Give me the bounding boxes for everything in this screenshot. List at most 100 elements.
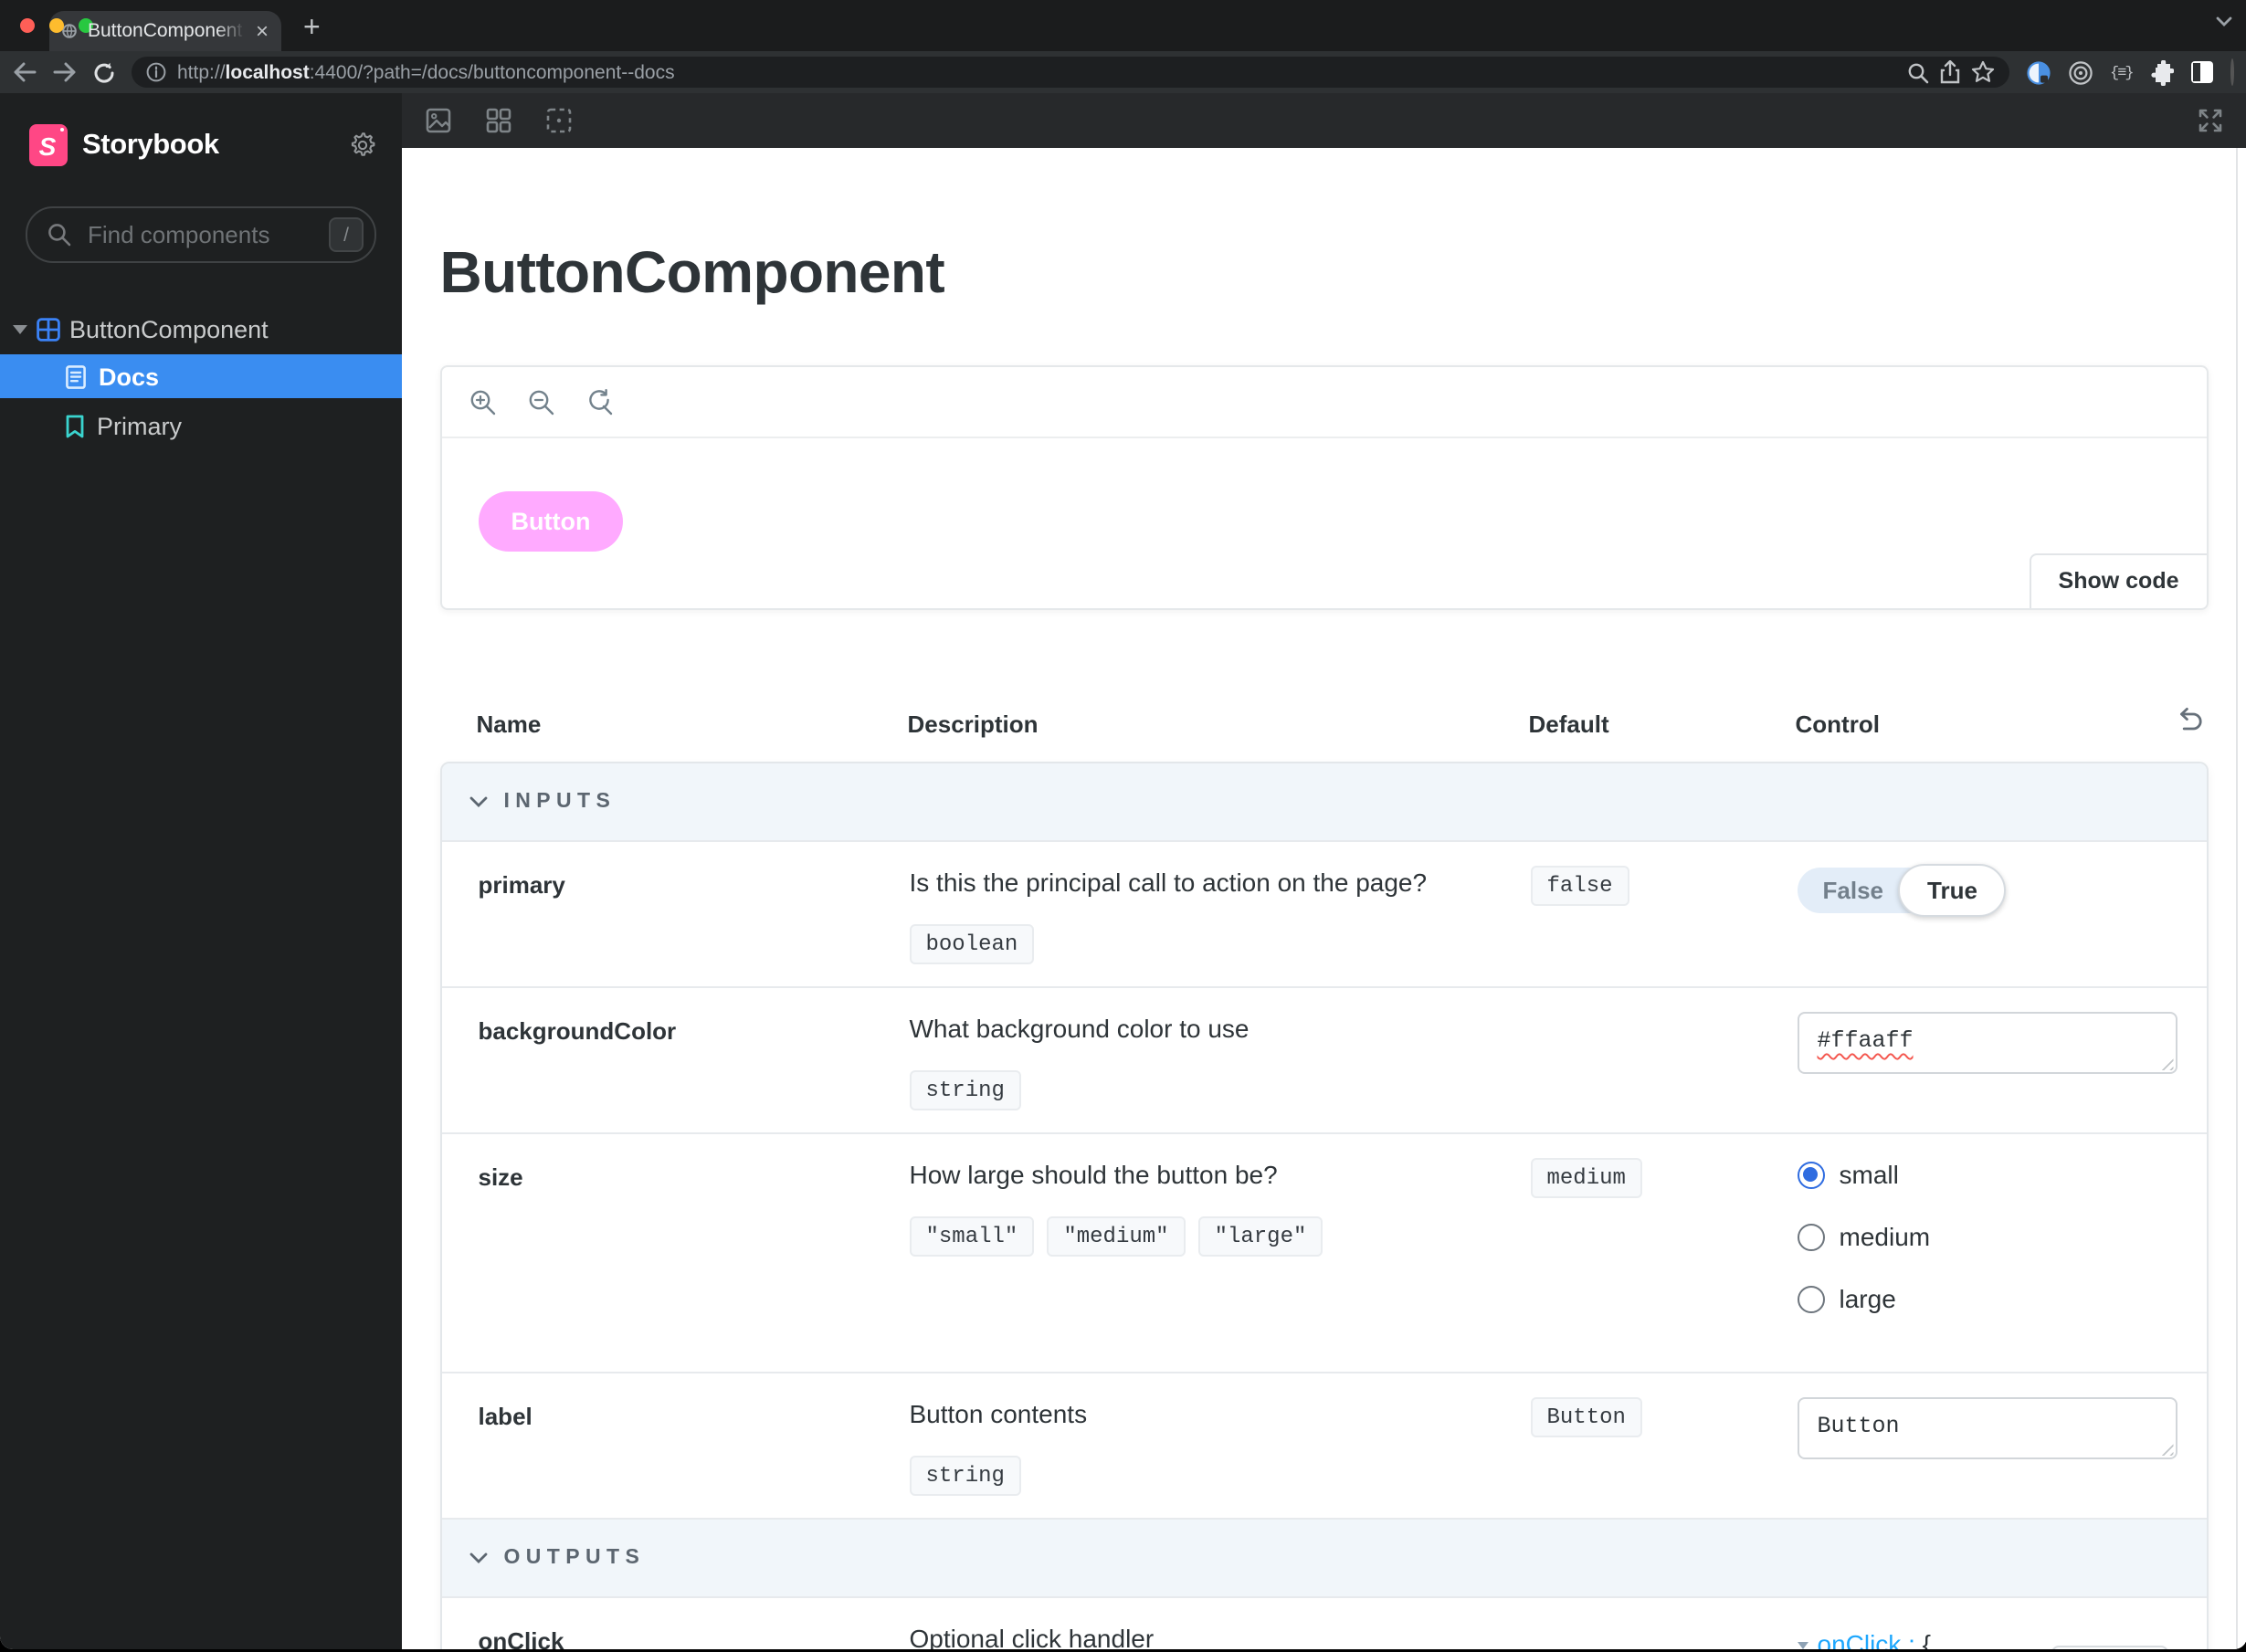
arg-type-option-chip: "large": [1197, 1216, 1323, 1257]
component-label: ButtonComponent: [69, 315, 269, 342]
arg-type-option-chip: "small": [909, 1216, 1035, 1257]
zoom-out-icon[interactable]: [528, 388, 555, 416]
browser-window: ButtonComponent - Docs · Sto × + http://…: [0, 0, 2246, 1648]
search-icon: [47, 223, 71, 247]
page-title: ButtonComponent: [439, 239, 945, 305]
show-code-button[interactable]: Show code: [2029, 553, 2207, 608]
arg-type-chip: string: [909, 1456, 1021, 1496]
screen: ButtonComponent - Docs · Sto × + http://…: [0, 0, 2246, 1652]
size-radio-group: small medium large: [1797, 1158, 2170, 1313]
chevron-down-icon: [469, 1552, 488, 1564]
bookmark-star-icon[interactable]: [1971, 60, 1995, 84]
forward-button-icon[interactable]: [53, 62, 77, 82]
extension-password-icon[interactable]: [2026, 59, 2051, 85]
sidebar: S Storybook / ButtonComp: [0, 93, 402, 1648]
preview-button[interactable]: Button: [478, 491, 624, 552]
toggle-true-option[interactable]: True: [1898, 864, 2007, 917]
args-table-header: Name Description Default Control: [440, 707, 2209, 738]
tree-key[interactable]: onClick :: [1818, 1629, 1915, 1648]
section-inputs[interactable]: INPUTS: [441, 763, 2207, 840]
arg-row-primary: primary Is this the principal call to ac…: [441, 840, 2207, 986]
arg-row-onclick: onClick Optional click handler EventEmit…: [441, 1596, 2207, 1648]
radio-icon[interactable]: [1797, 1285, 1825, 1312]
fullscreen-expand-icon[interactable]: [2197, 108, 2222, 133]
tab-list-chevron-icon[interactable]: [2215, 16, 2231, 27]
tree-caret-icon[interactable]: [1797, 1642, 1808, 1648]
extension-target-icon[interactable]: [2068, 59, 2093, 85]
browser-tab-strip: ButtonComponent - Docs · Sto × +: [0, 0, 2246, 51]
share-icon[interactable]: [1940, 60, 1960, 84]
radio-label: medium: [1839, 1222, 1931, 1251]
page-scrollbar[interactable]: [2235, 148, 2246, 1648]
docs-scroll-area[interactable]: ButtonComponent Button Show code Name De…: [402, 148, 2246, 1648]
outline-measure-icon[interactable]: [546, 108, 572, 133]
arg-name: label: [478, 1403, 533, 1430]
col-header-control: Control: [1795, 710, 1880, 738]
col-header-default: Default: [1528, 710, 1609, 738]
resize-handle[interactable]: [2156, 1054, 2174, 1070]
search-shortcut-key: /: [329, 217, 364, 252]
arg-description: How large should the button be?: [909, 1160, 1278, 1189]
sidebar-item-primary[interactable]: Primary: [0, 404, 402, 447]
radio-option-medium[interactable]: medium: [1797, 1222, 2170, 1251]
arg-name: size: [478, 1163, 523, 1191]
label-input[interactable]: Button: [1797, 1397, 2177, 1459]
sidebar-item-buttoncomponent[interactable]: ButtonComponent: [0, 309, 402, 349]
url-text: http://localhost:4400/?path=/docs/button…: [177, 61, 1896, 83]
address-bar[interactable]: http://localhost:4400/?path=/docs/button…: [132, 57, 2009, 88]
extension-badge[interactable]: {≡}: [2110, 63, 2135, 81]
radio-label: large: [1839, 1284, 1896, 1313]
arg-description: Optional click handler: [909, 1624, 1155, 1648]
radio-icon[interactable]: [1797, 1223, 1825, 1250]
radio-option-large[interactable]: large: [1797, 1284, 2170, 1313]
col-header-description: Description: [907, 710, 1039, 738]
primary-label: Primary: [97, 412, 182, 439]
gear-icon[interactable]: [349, 132, 376, 159]
reload-button-icon[interactable]: [93, 61, 115, 83]
radio-icon[interactable]: [1797, 1161, 1825, 1188]
component-grid-icon: [37, 317, 60, 341]
zoom-page-icon[interactable]: [1907, 61, 1929, 83]
minimize-window-button[interactable]: [49, 18, 64, 33]
back-button-icon[interactable]: [13, 62, 37, 82]
arg-default-chip: false: [1530, 866, 1629, 906]
search-box[interactable]: /: [26, 206, 376, 263]
profile-avatar[interactable]: [2230, 58, 2235, 86]
side-panel-icon[interactable]: [2191, 60, 2215, 84]
boolean-toggle[interactable]: False True: [1797, 864, 2007, 917]
arg-default-chip: medium: [1530, 1158, 1642, 1198]
new-tab-button[interactable]: +: [303, 14, 321, 44]
reset-controls-icon[interactable]: [2174, 707, 2203, 734]
onclick-object-tree[interactable]: onClick : { isAction : true }: [1797, 1622, 2170, 1648]
docs-label: Docs: [99, 363, 160, 390]
grid-view-icon[interactable]: [486, 108, 511, 133]
chevron-down-icon: [469, 795, 488, 808]
canvas-image-tool-icon[interactable]: [426, 108, 451, 133]
extensions-puzzle-icon[interactable]: [2149, 59, 2175, 85]
sidebar-item-docs[interactable]: Docs: [0, 354, 402, 398]
toggle-false-option[interactable]: False: [1798, 868, 1899, 913]
arg-type-option-chip: "medium": [1047, 1216, 1186, 1257]
arg-type-chip: boolean: [909, 924, 1035, 964]
radio-label: small: [1839, 1160, 1899, 1189]
search-input[interactable]: [84, 219, 316, 250]
close-window-button[interactable]: [20, 18, 35, 33]
label-value: Button: [1817, 1414, 1900, 1439]
site-info-icon[interactable]: [146, 62, 166, 82]
col-header-name: Name: [476, 710, 542, 738]
zoom-reset-icon[interactable]: [586, 388, 614, 416]
tab-close-icon[interactable]: ×: [256, 20, 269, 42]
zoom-in-icon[interactable]: [469, 388, 497, 416]
storybook-app: S Storybook / ButtonComp: [0, 93, 2246, 1648]
story-bookmark-icon: [66, 414, 84, 437]
expander-caret-icon[interactable]: [13, 324, 27, 333]
resize-handle[interactable]: [2156, 1439, 2174, 1456]
section-outputs[interactable]: OUTPUTS: [441, 1518, 2207, 1596]
arg-description: Is this the principal call to action on …: [909, 868, 1428, 897]
arg-description: What background color to use: [909, 1014, 1250, 1043]
tab-title: ButtonComponent - Docs · Sto: [88, 20, 245, 42]
raw-toggle-button[interactable]: RAW: [2051, 1646, 2168, 1648]
main-panel: ButtonComponent Button Show code Name De…: [402, 93, 2246, 1648]
backgroundcolor-input[interactable]: #ffaaff: [1797, 1012, 2177, 1074]
radio-option-small[interactable]: small: [1797, 1160, 2170, 1189]
